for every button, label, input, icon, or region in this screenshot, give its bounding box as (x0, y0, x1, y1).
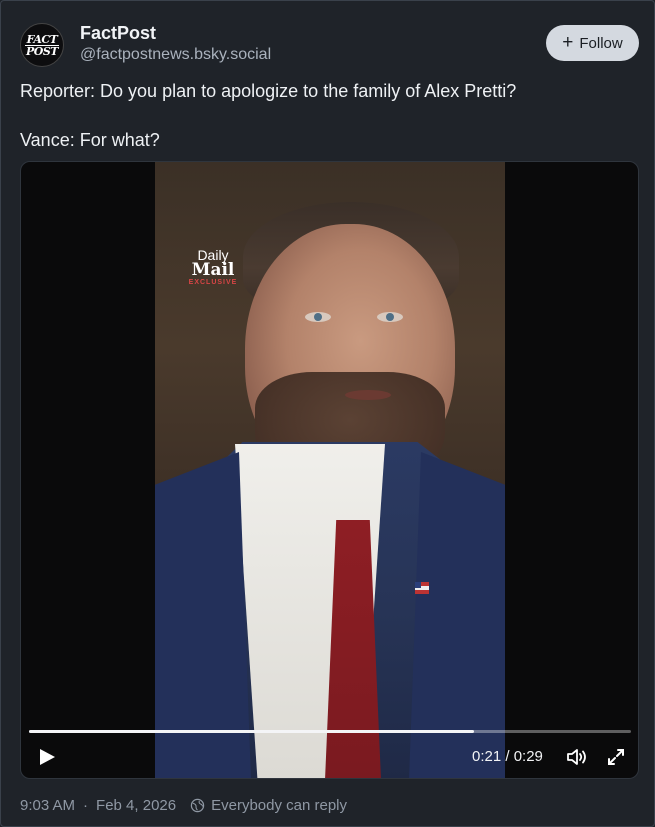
volume-button[interactable] (566, 747, 588, 767)
plus-icon: + (562, 31, 574, 53)
follow-button-label: Follow (579, 34, 623, 52)
footer-separator: · (83, 797, 89, 814)
fullscreen-button[interactable] (606, 747, 626, 767)
flag-pin (415, 582, 429, 594)
reply-setting[interactable]: Everybody can reply (211, 797, 347, 814)
video-progress-fill (29, 730, 475, 733)
daily-mail-watermark: Daily Mail EXCLUSIVE (183, 248, 243, 286)
watermark-line3: EXCLUSIVE (188, 279, 238, 286)
video-progress-bar[interactable] (29, 730, 631, 733)
video-frame: Daily Mail EXCLUSIVE (155, 162, 505, 778)
post-timestamp[interactable]: 9:03 AM (20, 797, 75, 814)
video-player[interactable]: Daily Mail EXCLUSIVE 0:21 / 0:29 (20, 161, 639, 779)
fullscreen-icon (608, 749, 624, 765)
follow-button[interactable]: + Follow (546, 25, 639, 61)
avatar-logo-line1: FACT (24, 32, 60, 46)
post-text-line1: Reporter: Do you plan to apologize to th… (20, 81, 517, 101)
post-footer: 9:03 AM · Feb 4, 2026 Everybody can repl… (20, 797, 347, 814)
post-text-line2: Vance: For what? (20, 130, 160, 150)
author-handle[interactable]: @factpostnews.bsky.social (80, 46, 271, 64)
play-icon (40, 749, 55, 765)
avatar-logo-line2: POST (24, 44, 60, 58)
volume-icon (567, 749, 586, 765)
video-subject-eye-right (377, 312, 403, 322)
globe-icon (190, 798, 205, 813)
play-button[interactable] (37, 747, 57, 767)
post-date[interactable]: Feb 4, 2026 (96, 797, 176, 814)
watermark-line2: Mail (191, 260, 235, 280)
video-time-display: 0:21 / 0:29 (472, 748, 543, 765)
author-avatar[interactable]: FACT POST (20, 23, 64, 67)
video-subject-mouth (345, 390, 391, 400)
video-subject-eye-left (305, 312, 331, 322)
author-name[interactable]: FactPost (80, 23, 156, 44)
post-card: FACT POST FactPost @factpostnews.bsky.so… (0, 0, 655, 827)
